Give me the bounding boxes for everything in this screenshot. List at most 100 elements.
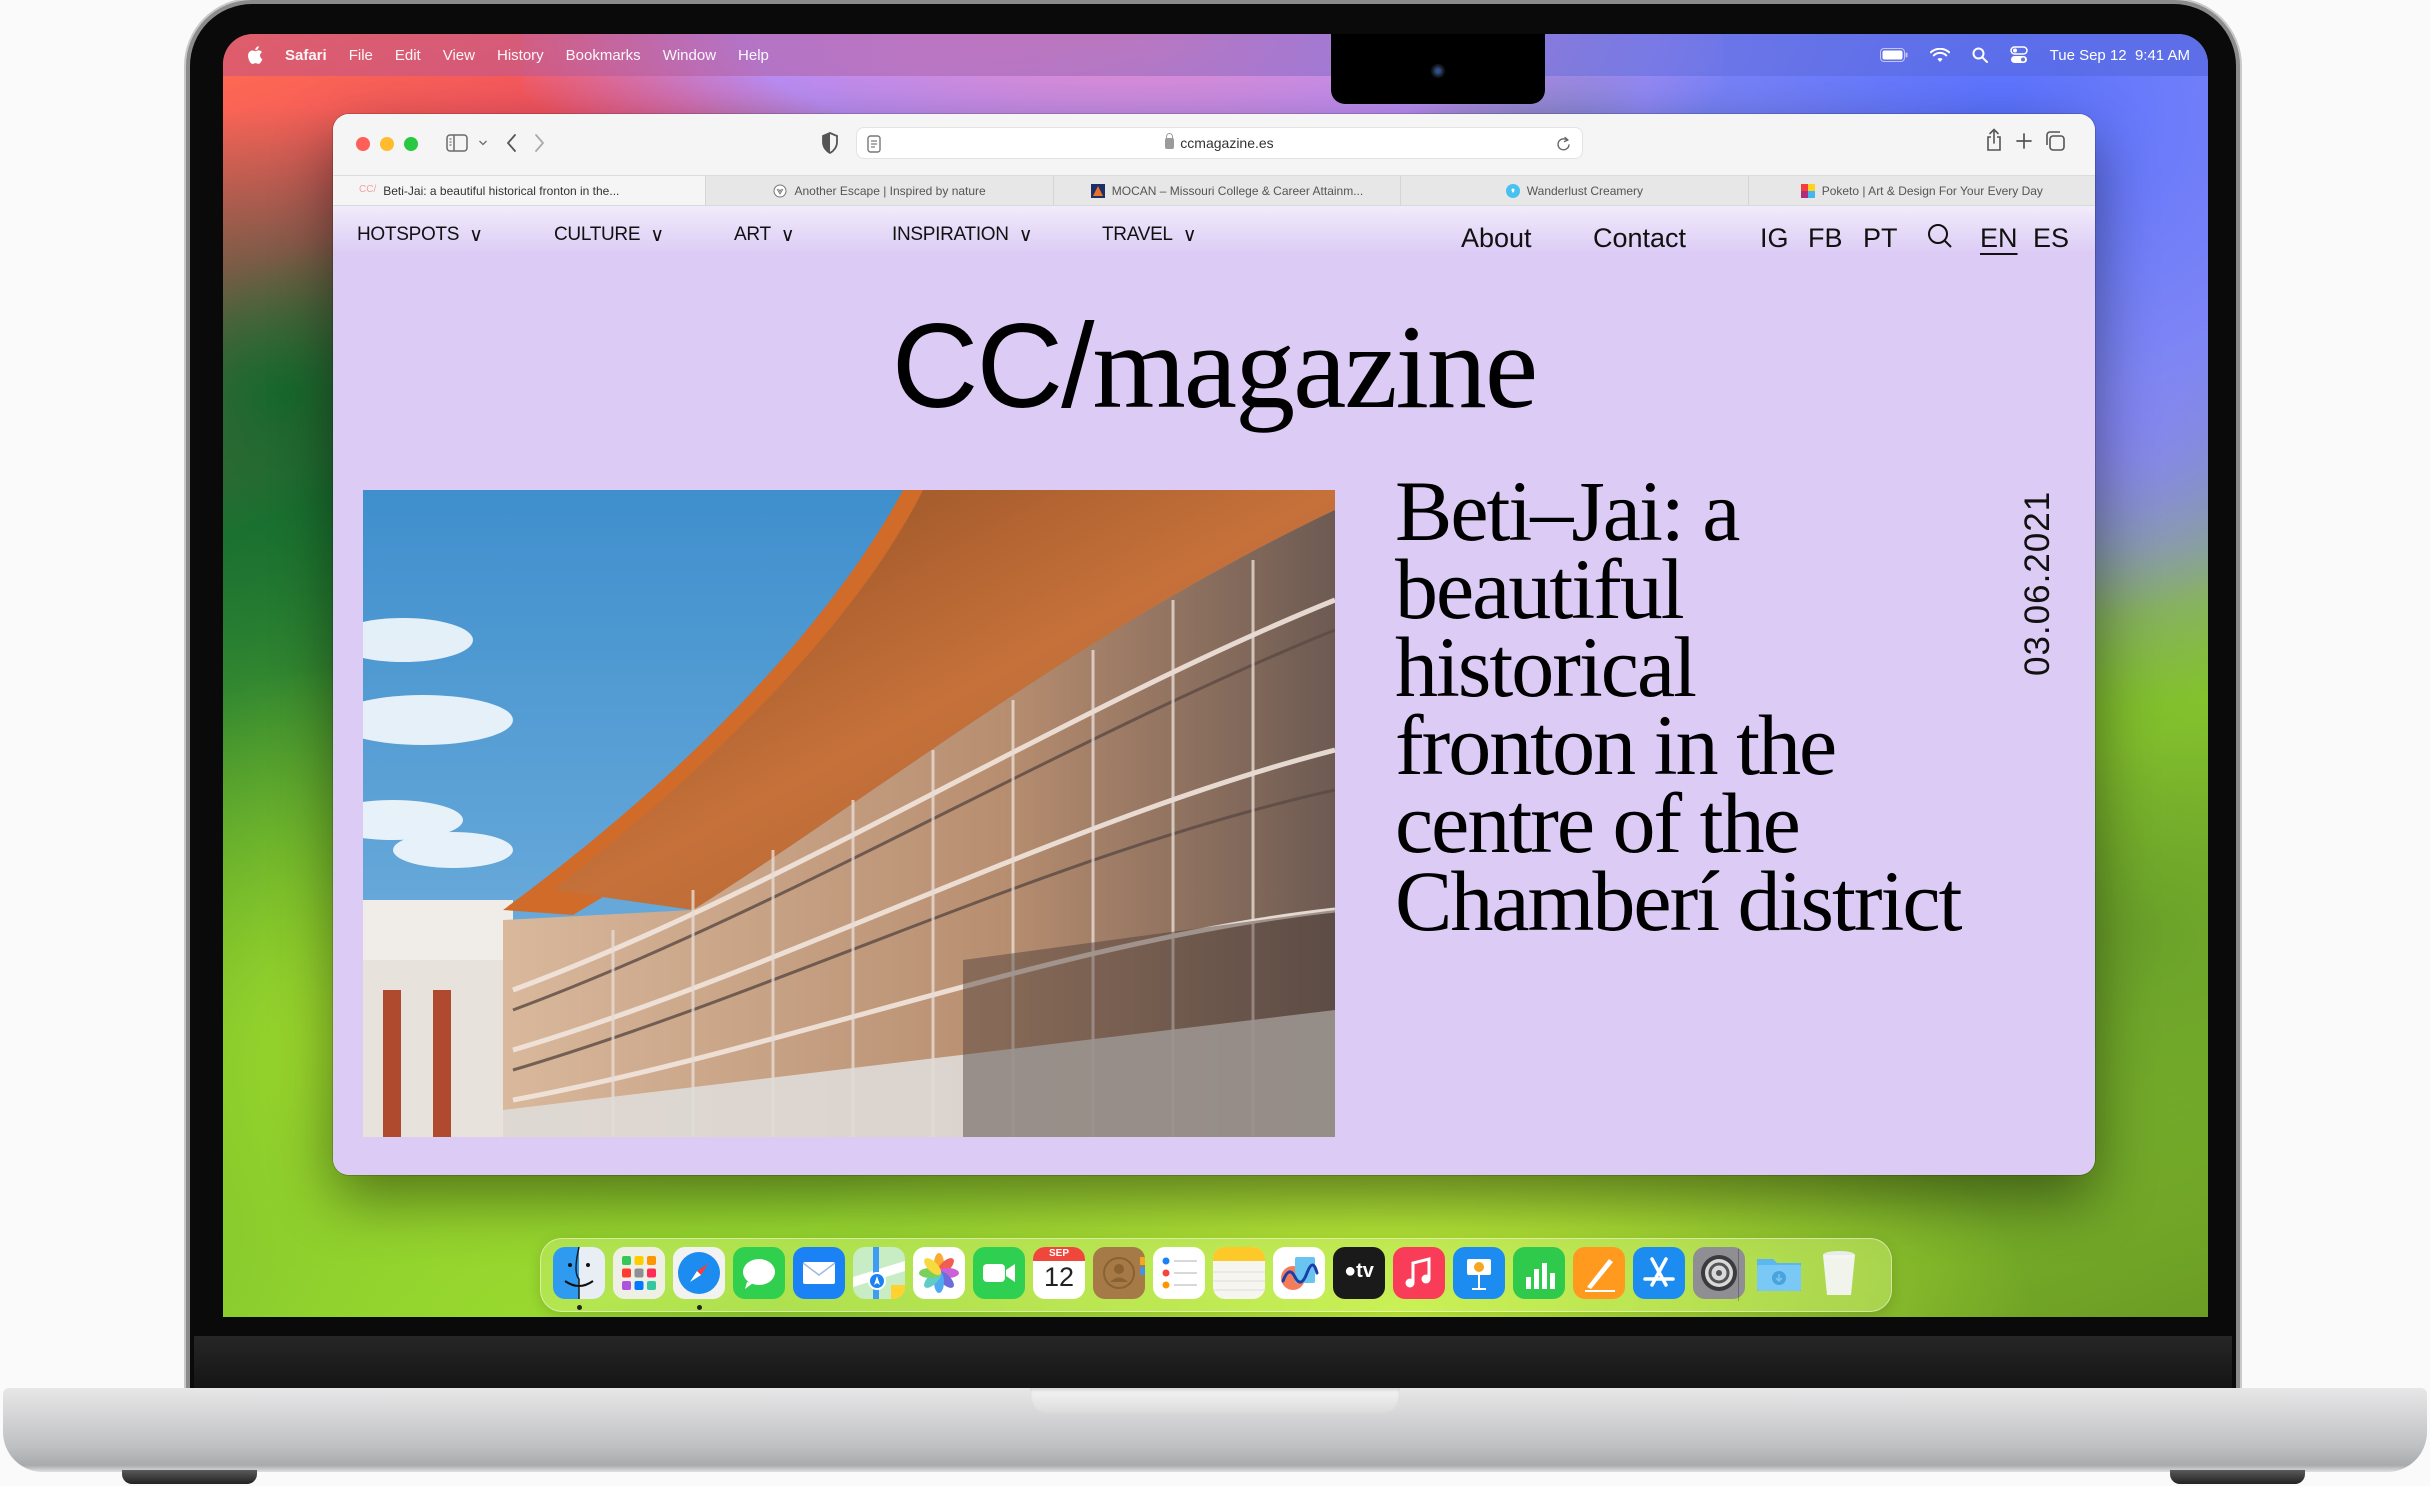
lid-open-notch	[1030, 1388, 1400, 1414]
language-es-link[interactable]: ES	[2033, 223, 2069, 254]
dock-contacts[interactable]	[1093, 1247, 1145, 1299]
tab-beti-jai[interactable]: CC/ Beti-Jai: a beautiful historical fro…	[333, 176, 706, 205]
menu-view[interactable]: View	[443, 47, 475, 64]
menu-file[interactable]: File	[349, 47, 373, 64]
article-hero-image[interactable]	[363, 490, 1335, 1137]
webpage: HOTSPOTS ∨ CULTURE ∨ ART ∨ INSPIRATION ∨ TRA…	[333, 206, 2095, 1175]
social-facebook-link[interactable]: FB	[1808, 223, 1843, 254]
tab-overview-icon[interactable]	[2044, 130, 2066, 152]
dock-reminders[interactable]	[1153, 1247, 1205, 1299]
control-center-icon[interactable]	[2009, 46, 2028, 64]
fullscreen-window-button[interactable]	[404, 137, 418, 151]
share-icon[interactable]	[1985, 128, 2003, 152]
facetime-icon	[973, 1247, 1025, 1299]
desktop-screen: Safari File Edit View History Bookmarks …	[223, 34, 2208, 1317]
address-text[interactable]: ccmagazine.es	[1180, 135, 1273, 151]
calendar-month: SEP	[1048, 1248, 1069, 1259]
menu-history[interactable]: History	[497, 47, 544, 64]
mocan-favicon-icon	[1090, 183, 1105, 198]
reminders-icon	[1153, 1247, 1205, 1299]
dock-notes[interactable]	[1213, 1247, 1265, 1299]
privacy-report-shield-icon[interactable]	[821, 132, 839, 154]
cc-favicon-icon: CC/	[359, 183, 377, 195]
sidebar-menu-chevron-icon[interactable]	[478, 139, 488, 147]
sidebar-toggle-icon[interactable]	[446, 134, 468, 152]
running-indicator	[577, 1305, 582, 1310]
dock-messages[interactable]	[733, 1247, 785, 1299]
wifi-icon[interactable]	[1929, 47, 1950, 63]
menu-edit[interactable]: Edit	[395, 47, 421, 64]
social-instagram-link[interactable]: IG	[1760, 223, 1789, 254]
forward-button-icon[interactable]	[532, 133, 546, 153]
menu-app-safari[interactable]: Safari	[285, 47, 327, 64]
laptop-chin	[194, 1336, 2232, 1390]
dock-launchpad[interactable]	[613, 1247, 665, 1299]
spotlight-search-icon[interactable]	[1972, 47, 1988, 63]
tab-title: MOCAN – Missouri College & Career Attain…	[1111, 183, 1364, 198]
nav-about-link[interactable]: About	[1461, 223, 1532, 254]
dock-music[interactable]	[1393, 1247, 1445, 1299]
tab-another-escape[interactable]: Another Escape | Inspired by nature	[705, 176, 1052, 205]
tab-poketo[interactable]: Poketo | Art & Design For Your Every Day	[1747, 176, 2095, 205]
dock-pages[interactable]	[1573, 1247, 1625, 1299]
dock-trash[interactable]	[1813, 1247, 1865, 1299]
dock-keynote[interactable]	[1453, 1247, 1505, 1299]
headline-line: Beti–Jai: a	[1395, 463, 1740, 559]
another-escape-favicon-icon	[773, 184, 787, 197]
menu-clock[interactable]: Tue Sep 12 9:41 AM	[2050, 47, 2190, 64]
new-tab-icon[interactable]	[2015, 132, 2033, 150]
article-date: 03.06.2021	[2018, 490, 2057, 676]
dock-maps[interactable]	[853, 1247, 905, 1299]
search-icon[interactable]	[1926, 222, 1954, 250]
apple-logo-icon[interactable]	[245, 44, 267, 66]
menu-help[interactable]: Help	[738, 47, 769, 64]
dock-separator	[1738, 1249, 1739, 1301]
nav-contact-link[interactable]: Contact	[1593, 223, 1686, 254]
headline-line: centre of the	[1395, 775, 1801, 871]
dock-facetime[interactable]	[973, 1247, 1025, 1299]
wanderlust-favicon-icon	[1505, 183, 1520, 198]
dock-safari[interactable]	[673, 1247, 725, 1299]
language-en-link[interactable]: EN	[1980, 223, 2018, 254]
laptop-foot-left	[122, 1470, 257, 1484]
battery-icon[interactable]	[1879, 48, 1908, 62]
headline-line: fronton in the	[1395, 697, 1837, 793]
dock-calendar[interactable]: SEP 12	[1033, 1247, 1085, 1299]
social-pinterest-link[interactable]: PT	[1863, 223, 1898, 254]
tab-wanderlust[interactable]: Wanderlust Creamery	[1400, 176, 1747, 205]
dock-freeform[interactable]	[1273, 1247, 1325, 1299]
close-window-button[interactable]	[356, 137, 370, 151]
keynote-icon	[1453, 1247, 1505, 1299]
dock-app-store[interactable]	[1633, 1247, 1685, 1299]
dock-mail[interactable]	[793, 1247, 845, 1299]
camera-notch	[1331, 34, 1545, 104]
trash-icon	[1823, 1251, 1855, 1295]
music-icon	[1393, 1247, 1445, 1299]
menu-window[interactable]: Window	[663, 47, 716, 64]
window-controls	[356, 137, 418, 151]
address-bar[interactable]: ccmagazine.es	[856, 127, 1583, 159]
reload-icon[interactable]	[1556, 135, 1572, 153]
back-button-icon[interactable]	[505, 133, 519, 153]
dock-photos[interactable]	[913, 1247, 965, 1299]
dock-downloads[interactable]	[1753, 1247, 1805, 1299]
secondary-nav: About Contact IG FB PT EN ES	[333, 218, 2095, 258]
launchpad-icon	[613, 1247, 665, 1299]
beti-jai-photo	[363, 490, 1335, 1137]
minimize-window-button[interactable]	[380, 137, 394, 151]
menu-bookmarks[interactable]: Bookmarks	[566, 47, 641, 64]
safari-toolbar: ccmagazine.es	[333, 114, 2095, 175]
dock-tv[interactable]: ●tv	[1333, 1247, 1385, 1299]
numbers-icon	[1513, 1247, 1565, 1299]
article-headline[interactable]: Beti–Jai: a beautiful historical fronton…	[1395, 463, 1995, 944]
dock-finder[interactable]	[553, 1247, 605, 1299]
photos-icon	[913, 1247, 965, 1299]
site-logo[interactable]: CC/magazine	[333, 306, 2095, 427]
logo-suffix: magazine	[1092, 300, 1538, 433]
dock-numbers[interactable]	[1513, 1247, 1565, 1299]
contacts-icon	[1093, 1247, 1145, 1299]
downloads-folder-icon	[1757, 1259, 1801, 1291]
running-indicator	[697, 1305, 702, 1310]
calendar-day: 12	[1043, 1262, 1075, 1292]
tab-mocan[interactable]: MOCAN – Missouri College & Career Attain…	[1052, 176, 1400, 205]
